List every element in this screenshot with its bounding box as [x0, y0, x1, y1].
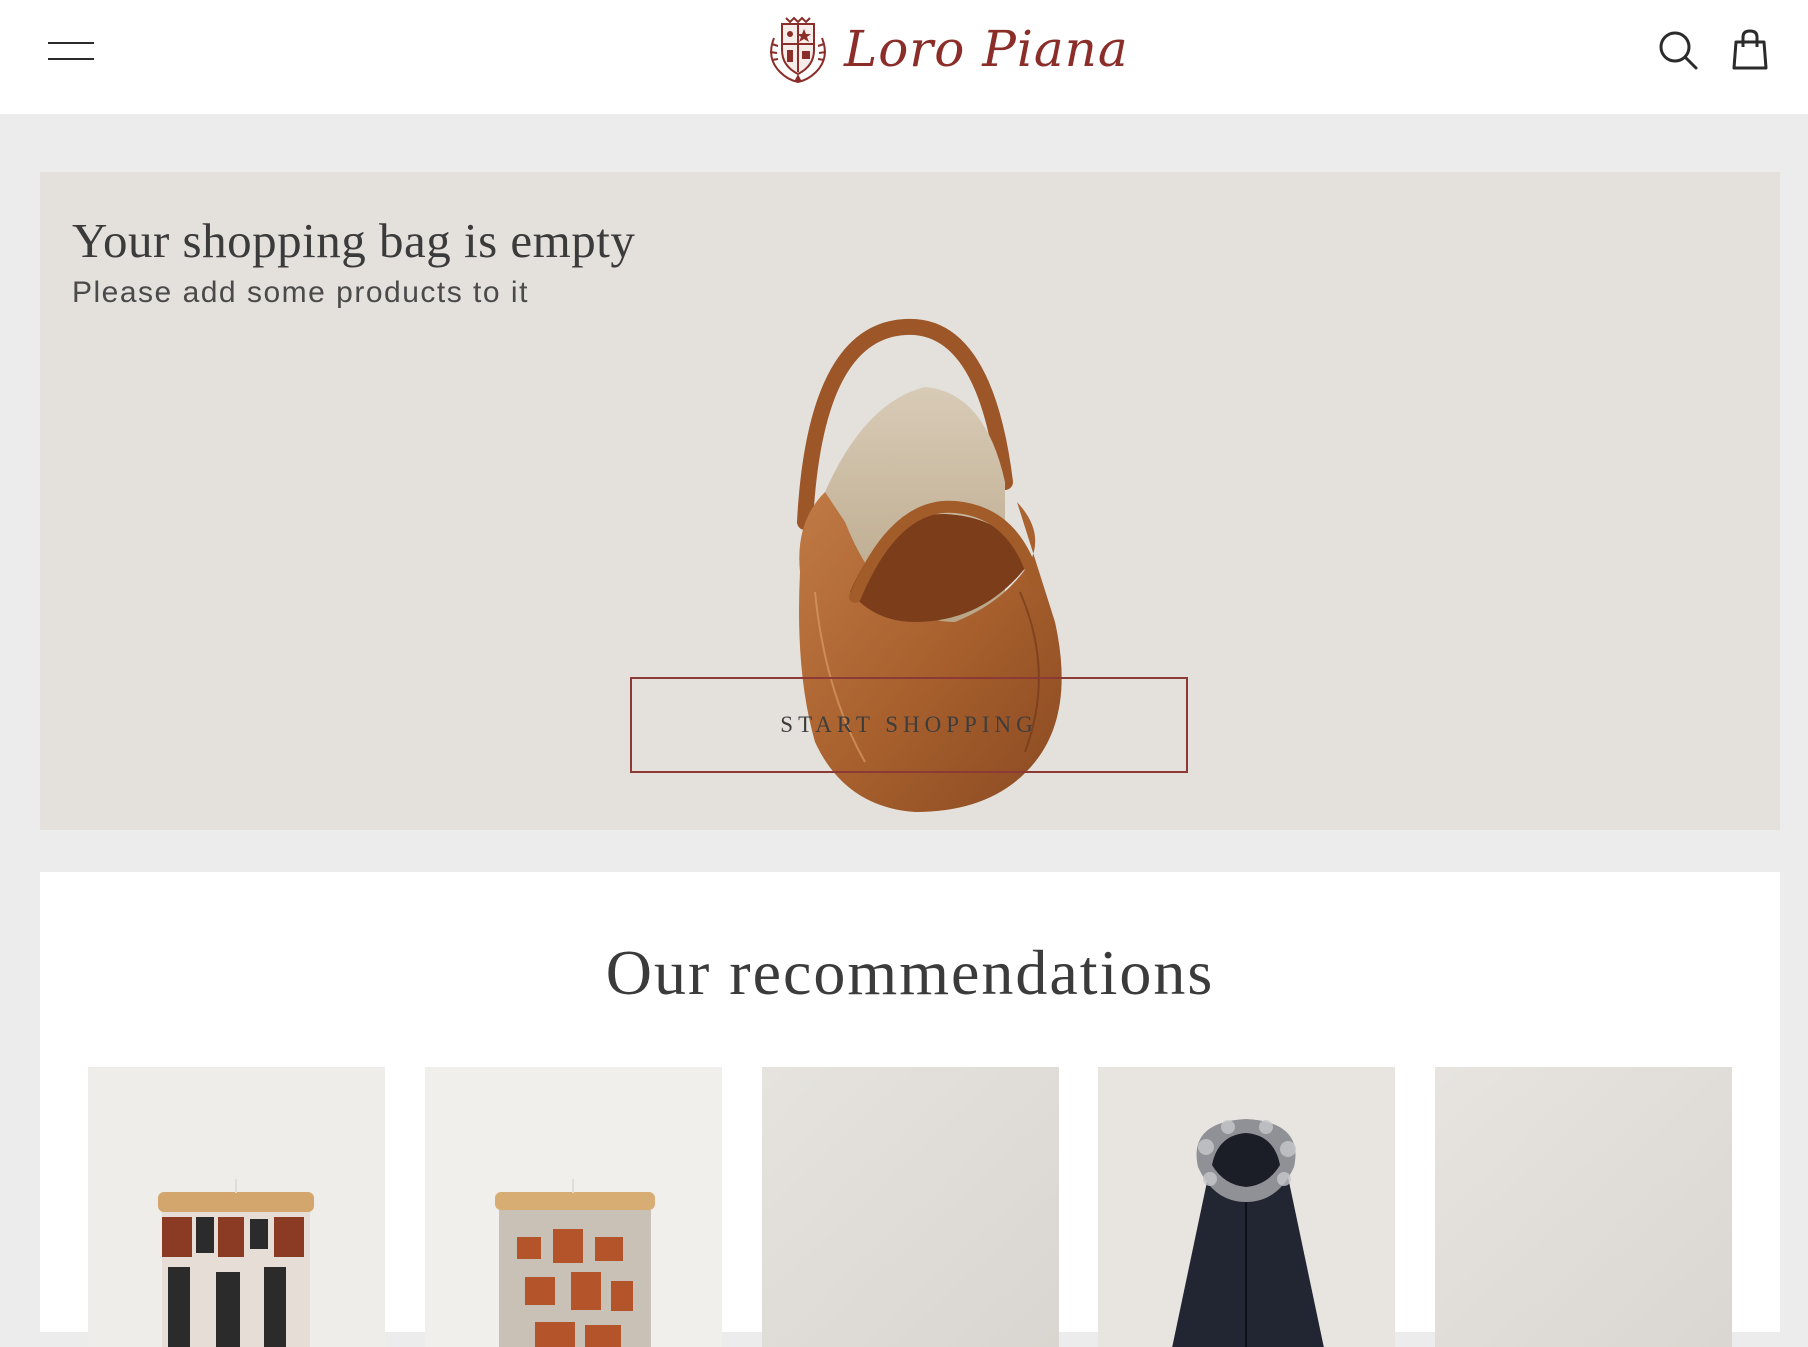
empty-bag-panel: Your shopping bag is empty Please add so…	[40, 172, 1780, 830]
product-image-placeholder	[762, 1067, 1059, 1347]
empty-bag-subtitle: Please add some products to it	[72, 276, 529, 309]
product-card[interactable]	[762, 1067, 1059, 1347]
search-icon[interactable]	[1656, 28, 1700, 72]
hamburger-menu-icon[interactable]	[48, 38, 96, 66]
brand-wordmark: Loro Piana	[844, 20, 1129, 78]
shopping-bag-icon[interactable]	[1728, 28, 1772, 72]
product-image-parka	[1098, 1067, 1395, 1347]
product-image-candle	[88, 1067, 385, 1347]
site-header: Loro Piana	[0, 0, 1808, 114]
recommendations-title: Our recommendations	[605, 937, 1215, 1008]
empty-bag-title: Your shopping bag is empty	[72, 213, 636, 268]
product-card[interactable]	[1098, 1067, 1395, 1347]
start-shopping-button[interactable]: START SHOPPING	[630, 677, 1188, 773]
product-card[interactable]	[425, 1067, 722, 1347]
crest-icon	[769, 16, 827, 84]
recommendations-section: Our recommendations	[40, 872, 1780, 1347]
product-image-candle	[425, 1067, 722, 1347]
product-image-placeholder	[1435, 1067, 1732, 1347]
product-card[interactable]	[1435, 1067, 1732, 1347]
leather-bag-image	[797, 318, 1062, 812]
product-card[interactable]	[88, 1067, 385, 1347]
brand-logo[interactable]: Loro Piana	[760, 14, 1128, 86]
